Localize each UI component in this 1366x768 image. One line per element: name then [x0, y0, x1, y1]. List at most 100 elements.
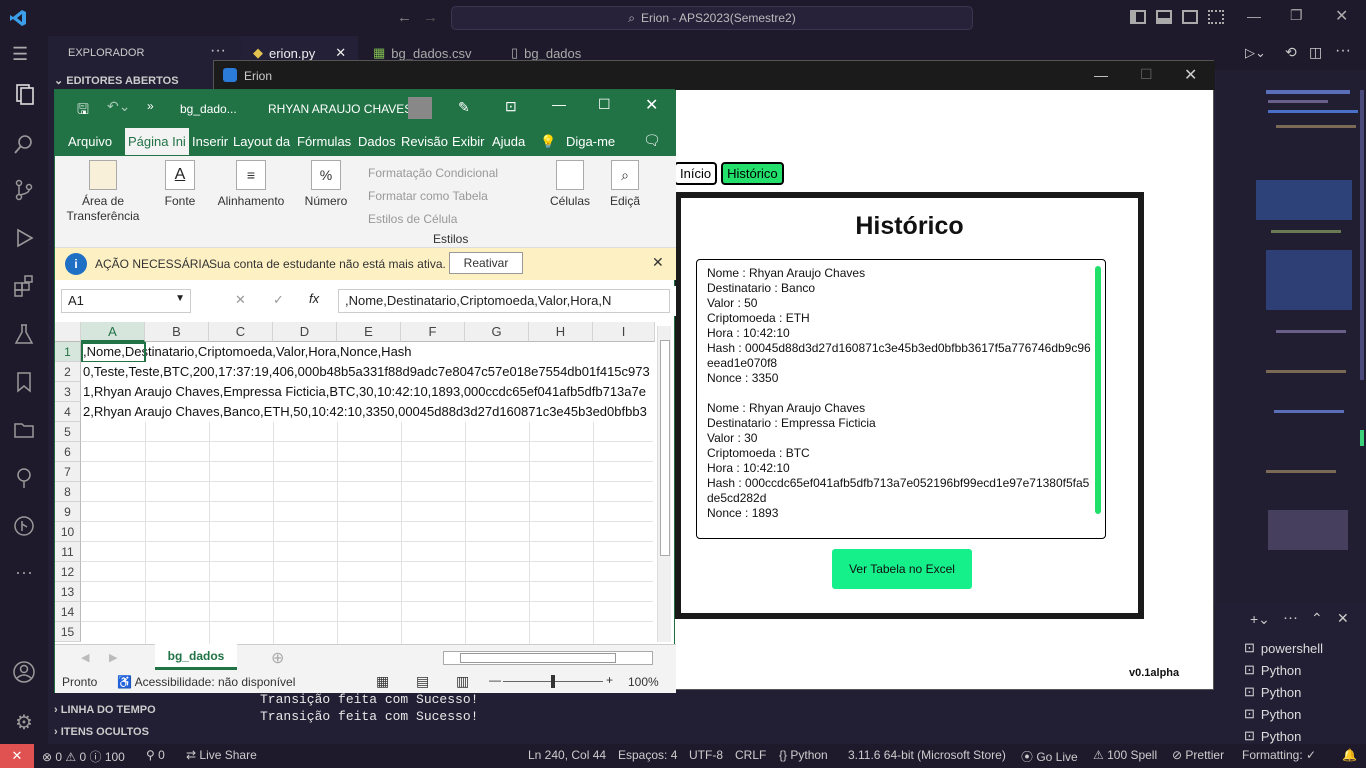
- enter-icon[interactable]: ✓: [273, 292, 284, 308]
- column-header[interactable]: E: [337, 322, 401, 342]
- column-header[interactable]: D: [273, 322, 337, 342]
- close-icon[interactable]: ✕: [652, 254, 664, 271]
- toggle-secondary-sidebar-icon[interactable]: [1182, 10, 1198, 24]
- language-mode[interactable]: {} Python: [779, 748, 828, 762]
- open-editors-section[interactable]: ⌄ EDITORES ABERTOS: [54, 74, 179, 87]
- tab-ajuda[interactable]: Ajuda: [492, 134, 525, 149]
- go-live[interactable]: ⦿ Go Live: [1021, 748, 1078, 765]
- row-header[interactable]: 1: [55, 342, 81, 362]
- row-header[interactable]: 5: [55, 422, 81, 442]
- tab-exibir[interactable]: Exibir: [452, 134, 485, 149]
- row-header[interactable]: 14: [55, 602, 81, 622]
- next-sheet-icon[interactable]: ▶: [109, 651, 117, 664]
- add-sheet-icon[interactable]: ⊕: [271, 648, 284, 668]
- encoding[interactable]: UTF-8: [689, 748, 723, 762]
- column-header[interactable]: I: [593, 322, 655, 342]
- minimize-icon[interactable]: —: [1247, 8, 1261, 24]
- cancel-icon[interactable]: ✕: [235, 292, 246, 308]
- cell-a2[interactable]: 0,Teste,Teste,BTC,200,17:37:19,406,000b4…: [81, 362, 653, 382]
- formula-input[interactable]: ,Nome,Destinatario,Criptomoeda,Valor,Hor…: [338, 289, 670, 313]
- row-header[interactable]: 2: [55, 362, 81, 382]
- page-break-icon[interactable]: ▥: [456, 673, 469, 690]
- eol[interactable]: CRLF: [735, 748, 766, 762]
- folder-icon[interactable]: [12, 418, 36, 442]
- live-share-status[interactable]: ⇄ Live Share: [186, 748, 257, 762]
- maximize-panel-icon[interactable]: ⌃: [1311, 610, 1323, 627]
- row-header[interactable]: 7: [55, 462, 81, 482]
- extensions-icon[interactable]: [12, 274, 36, 298]
- column-header[interactable]: H: [529, 322, 593, 342]
- tab-dados[interactable]: Dados: [358, 134, 396, 149]
- timeline-section[interactable]: › LINHA DO TEMPO: [54, 704, 156, 716]
- testing-icon[interactable]: [12, 322, 36, 346]
- minimize-icon[interactable]: —: [1094, 67, 1108, 83]
- terminal-more-icon[interactable]: ···: [1283, 609, 1298, 626]
- avatar[interactable]: [408, 97, 432, 119]
- split-editor-icon[interactable]: ◫: [1309, 44, 1322, 61]
- historico-button[interactable]: Histórico: [721, 162, 784, 185]
- font-group[interactable]: A Fonte: [155, 160, 205, 208]
- close-icon[interactable]: ✕: [1184, 65, 1197, 85]
- row-header[interactable]: 10: [55, 522, 81, 542]
- python-interpreter[interactable]: 3.11.6 64-bit (Microsoft Store): [848, 748, 1006, 762]
- comments-icon[interactable]: 🗨: [643, 132, 661, 149]
- vertical-scrollbar[interactable]: [657, 326, 671, 642]
- cell-a3[interactable]: 1,Rhyan Araujo Chaves,Empressa Ficticia,…: [81, 382, 653, 402]
- row-header[interactable]: 9: [55, 502, 81, 522]
- scroll-thumb[interactable]: [660, 340, 670, 556]
- editor-more-icon[interactable]: ···: [1335, 42, 1351, 60]
- customize-layout-icon[interactable]: [1208, 10, 1224, 24]
- designer-icon[interactable]: ✎: [458, 99, 470, 116]
- accessibility-status[interactable]: ♿ Acessibilidade: não disponível: [117, 675, 295, 689]
- maximize-icon[interactable]: ☐: [1140, 66, 1153, 83]
- zoom-out-icon[interactable]: —: [489, 673, 501, 687]
- explorer-more-icon[interactable]: ···: [210, 42, 226, 60]
- remote-indicator-icon[interactable]: ✕: [0, 744, 34, 768]
- maximize-icon[interactable]: ☐: [598, 96, 611, 113]
- zoom-level[interactable]: 100%: [628, 675, 659, 689]
- git-graph-icon[interactable]: [12, 514, 36, 538]
- bookmark-icon[interactable]: [12, 370, 36, 394]
- close-panel-icon[interactable]: ✕: [1337, 610, 1349, 627]
- column-header[interactable]: B: [145, 322, 209, 342]
- column-header[interactable]: A: [81, 322, 145, 342]
- conditional-formatting[interactable]: Formatação Condicional: [368, 162, 498, 185]
- inicio-button[interactable]: Início: [674, 162, 718, 185]
- menu-icon[interactable]: ☰: [12, 44, 36, 68]
- cells-group[interactable]: Células: [548, 160, 592, 208]
- tab-inserir[interactable]: Inserir: [192, 134, 228, 149]
- more-icon[interactable]: ···: [12, 562, 36, 586]
- run-debug-icon[interactable]: [12, 226, 36, 250]
- settings-gear-icon[interactable]: ⚙: [12, 710, 36, 734]
- insert-function-icon[interactable]: fx: [309, 291, 319, 306]
- tell-me-search[interactable]: Diga-me: [566, 134, 615, 149]
- select-all-corner[interactable]: [55, 322, 81, 342]
- column-header[interactable]: C: [209, 322, 273, 342]
- tab-pagina-inicial[interactable]: Página Ini: [125, 128, 189, 155]
- notifications-icon[interactable]: 🔔: [1342, 748, 1357, 762]
- zoom-in-icon[interactable]: +: [606, 673, 613, 687]
- tab-layout[interactable]: Layout da: [233, 134, 290, 149]
- history-scrollbar[interactable]: [1095, 266, 1101, 514]
- page-layout-icon[interactable]: ▤: [416, 673, 429, 690]
- column-header[interactable]: F: [401, 322, 465, 342]
- excel-user-name[interactable]: RHYAN ARAUJO CHAVES: [268, 102, 412, 116]
- clipboard-group[interactable]: Área de Transferência: [61, 160, 145, 224]
- terminal-item[interactable]: ⊡ Python: [1244, 703, 1323, 725]
- zoom-thumb[interactable]: [551, 675, 555, 688]
- source-control-icon[interactable]: [12, 178, 36, 202]
- sheet-tab-bg-dados[interactable]: bg_dados: [155, 644, 237, 670]
- indentation[interactable]: Espaços: 4: [618, 748, 677, 762]
- normal-view-icon[interactable]: ▦: [376, 673, 389, 690]
- forward-arrow-icon[interactable]: →: [423, 9, 438, 26]
- prettier[interactable]: ⊘ Prettier: [1172, 748, 1224, 762]
- undo-icon[interactable]: ↶⌄: [107, 98, 130, 115]
- new-terminal-icon[interactable]: +⌄: [1250, 611, 1270, 628]
- close-icon[interactable]: ✕: [645, 95, 658, 115]
- formatting-status[interactable]: Formatting: ✓: [1242, 748, 1316, 762]
- ribbon-display-icon[interactable]: ⊡: [505, 98, 517, 115]
- cursor-position[interactable]: Ln 240, Col 44: [528, 748, 606, 762]
- terminal-item[interactable]: ⊡ Python: [1244, 681, 1323, 703]
- alignment-group[interactable]: ≡ Alinhamento: [213, 160, 289, 208]
- row-header[interactable]: 15: [55, 622, 81, 642]
